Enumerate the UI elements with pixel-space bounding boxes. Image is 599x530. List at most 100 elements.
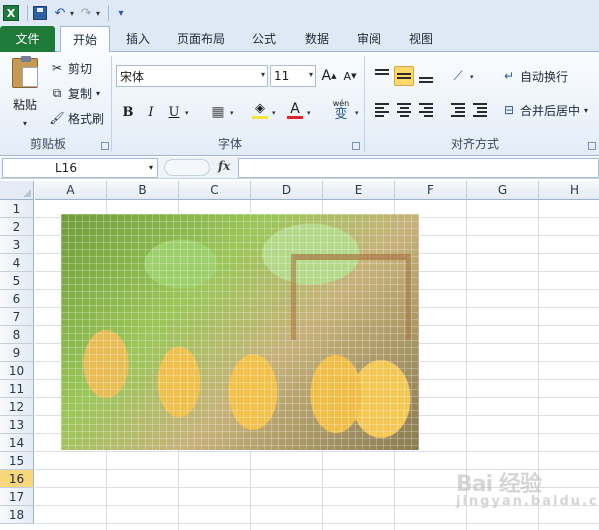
font-name-value: 宋体 — [120, 69, 145, 84]
column-header[interactable]: C — [179, 181, 251, 200]
row-header[interactable]: 2 — [0, 218, 34, 236]
align-left-button[interactable] — [372, 100, 392, 120]
row-header[interactable]: 11 — [0, 380, 34, 398]
grow-arrow-icon: ▲ — [331, 72, 337, 80]
align-center-button[interactable] — [394, 100, 414, 120]
row-header[interactable]: 9 — [0, 344, 34, 362]
paint-bucket-icon: ◈ — [255, 101, 265, 116]
borders-icon[interactable]: ▦ — [208, 102, 228, 122]
decrease-indent-button[interactable] — [448, 100, 468, 120]
grow-font-button[interactable]: A ▲ — [319, 66, 339, 86]
font-color-button[interactable]: A — [285, 100, 305, 120]
column-header[interactable]: F — [395, 181, 467, 200]
row-header[interactable]: 10 — [0, 362, 34, 380]
paste-dropdown-icon[interactable]: ▾ — [8, 119, 42, 128]
orientation-dropdown-icon[interactable]: ▾ — [470, 73, 474, 81]
phonetic-button[interactable]: wén 变 — [328, 98, 354, 121]
fill-color-button[interactable]: ◈ — [250, 100, 270, 120]
inserted-picture[interactable] — [61, 214, 419, 450]
font-size-combo[interactable]: 11 ▾ — [270, 65, 316, 87]
underline-dropdown-icon[interactable]: ▾ — [185, 109, 189, 117]
row-header[interactable]: 12 — [0, 398, 34, 416]
phonetic-dropdown-icon[interactable]: ▾ — [355, 109, 359, 117]
quick-access-toolbar: X ↶ ▾ ↷ ▾ ▾ — [0, 0, 599, 26]
excel-app-icon[interactable]: X — [3, 5, 19, 21]
font-size-dropdown-icon[interactable]: ▾ — [309, 70, 313, 79]
column-header[interactable]: B — [107, 181, 179, 200]
ribbon-home: 粘贴 ▾ ✂ 剪切 ⧉ 复制 ▾ 🖌 格式刷 剪贴板 宋体 ▾ 11 ▾ A ▲ … — [0, 52, 599, 156]
copy-dropdown-icon[interactable]: ▾ — [96, 89, 100, 98]
row-header[interactable]: 7 — [0, 308, 34, 326]
orientation-icon[interactable]: ⟋ — [448, 66, 468, 86]
wrap-text-button[interactable]: ↵ 自动换行 — [502, 66, 568, 86]
merge-center-dropdown-icon[interactable]: ▾ — [584, 106, 588, 115]
font-name-combo[interactable]: 宋体 ▾ — [116, 65, 268, 87]
formula-bar-separator — [164, 159, 210, 176]
row-header[interactable]: 8 — [0, 326, 34, 344]
row-header[interactable]: 16 — [0, 470, 34, 488]
row-header[interactable]: 4 — [0, 254, 34, 272]
italic-button[interactable]: I — [141, 102, 161, 122]
tab-home[interactable]: 开始 — [60, 26, 110, 53]
select-all-corner[interactable] — [0, 181, 34, 200]
column-header[interactable]: E — [323, 181, 395, 200]
name-box-dropdown-icon[interactable]: ▾ — [149, 159, 153, 177]
tab-view[interactable]: 视图 — [400, 26, 442, 52]
font-color-swatch — [287, 115, 303, 119]
font-name-dropdown-icon[interactable]: ▾ — [261, 70, 265, 79]
row-header[interactable]: 3 — [0, 236, 34, 254]
customize-toolbar-icon[interactable]: ▾ — [113, 4, 129, 22]
brush-icon: 🖌 — [49, 111, 65, 125]
row-header[interactable]: 6 — [0, 290, 34, 308]
fill-color-dropdown-icon[interactable]: ▾ — [272, 109, 276, 117]
row-header[interactable]: 18 — [0, 506, 34, 524]
ribbon-tabs: 文件 开始 插入 页面布局 公式 数据 审阅 视图 — [0, 26, 599, 53]
font-color-dropdown-icon[interactable]: ▾ — [307, 109, 311, 117]
tab-review[interactable]: 审阅 — [348, 26, 390, 52]
undo-dropdown-icon[interactable]: ▾ — [70, 9, 74, 18]
save-icon[interactable] — [32, 4, 48, 22]
align-bottom-button[interactable] — [416, 66, 436, 86]
underline-button[interactable]: U — [164, 102, 184, 122]
copy-button[interactable]: ⧉ 复制 ▾ — [50, 83, 100, 103]
insert-function-button[interactable]: fx — [218, 159, 230, 173]
column-header[interactable]: A — [35, 181, 107, 200]
row-header[interactable]: 13 — [0, 416, 34, 434]
merge-center-button[interactable]: ⊟ 合并后居中 ▾ — [502, 100, 588, 120]
increase-indent-button[interactable] — [470, 100, 490, 120]
align-middle-button[interactable] — [394, 66, 414, 86]
tab-page-layout[interactable]: 页面布局 — [170, 26, 232, 52]
tab-file[interactable]: 文件 — [0, 26, 55, 52]
undo-icon[interactable]: ↶ — [52, 4, 68, 22]
align-right-button[interactable] — [416, 100, 436, 120]
format-painter-button[interactable]: 🖌 格式刷 — [49, 108, 104, 128]
row-header[interactable]: 1 — [0, 200, 34, 218]
column-header[interactable]: D — [251, 181, 323, 200]
paste-button[interactable]: 粘贴 ▾ — [8, 56, 42, 128]
row-header[interactable]: 15 — [0, 452, 34, 470]
row-header[interactable]: 17 — [0, 488, 34, 506]
name-box[interactable]: L16 ▾ — [2, 158, 158, 178]
redo-icon[interactable]: ↷ — [78, 4, 94, 22]
copy-label: 复制 — [68, 86, 93, 101]
formula-input[interactable] — [238, 158, 599, 178]
redo-dropdown-icon[interactable]: ▾ — [96, 9, 100, 18]
bold-button[interactable]: B — [118, 102, 138, 122]
clipboard-launcher-icon[interactable] — [101, 142, 109, 150]
font-launcher-icon[interactable] — [352, 142, 360, 150]
tab-formulas[interactable]: 公式 — [243, 26, 285, 52]
shrink-font-button[interactable]: A ▼ — [340, 66, 360, 86]
column-header[interactable]: G — [467, 181, 539, 200]
column-header[interactable]: H — [539, 181, 599, 200]
tab-data[interactable]: 数据 — [296, 26, 338, 52]
copy-icon: ⧉ — [52, 85, 62, 100]
row-header[interactable]: 14 — [0, 434, 34, 452]
font-group-label: 字体 — [217, 137, 242, 151]
merge-center-label: 合并后居中 — [520, 103, 581, 118]
align-top-button[interactable] — [372, 66, 392, 86]
borders-dropdown-icon[interactable]: ▾ — [230, 109, 234, 117]
row-header[interactable]: 5 — [0, 272, 34, 290]
alignment-launcher-icon[interactable] — [588, 142, 596, 150]
tab-insert[interactable]: 插入 — [117, 26, 159, 52]
cut-button[interactable]: ✂ 剪切 — [50, 58, 92, 78]
